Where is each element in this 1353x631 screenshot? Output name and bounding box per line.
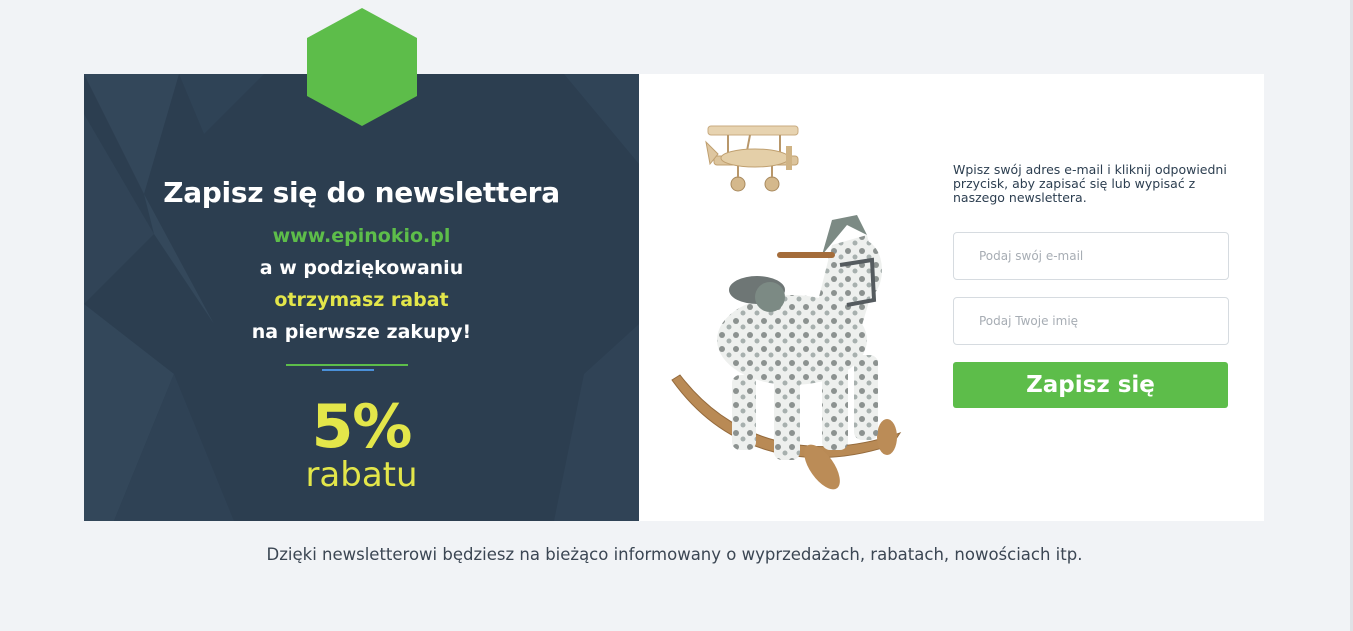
discount-text: otrzymasz rabat (274, 289, 449, 311)
subscribe-button[interactable]: Zapisz się (953, 362, 1228, 408)
divider-green (286, 364, 408, 366)
name-input[interactable] (953, 297, 1229, 345)
promo-headline: Zapisz się do newslettera (163, 176, 560, 209)
first-purchase-text: na pierwsze zakupy! (251, 321, 472, 343)
rocking-horse-icon (671, 215, 902, 490)
signup-instruction: Wpisz swój adres e-mail i kliknij odpowi… (953, 162, 1227, 205)
divider-blue (322, 369, 374, 371)
airplane-toy-icon (705, 125, 799, 192)
site-url: www.epinokio.pl (272, 225, 451, 247)
hexagon-badge-icon (307, 8, 417, 126)
email-input[interactable] (953, 232, 1229, 280)
thanks-text: a w podziękowaniu (259, 257, 464, 279)
footer-note: Dzięki newsletterowi będziesz na bieżąco… (266, 545, 1083, 564)
discount-word: rabatu (305, 455, 418, 495)
